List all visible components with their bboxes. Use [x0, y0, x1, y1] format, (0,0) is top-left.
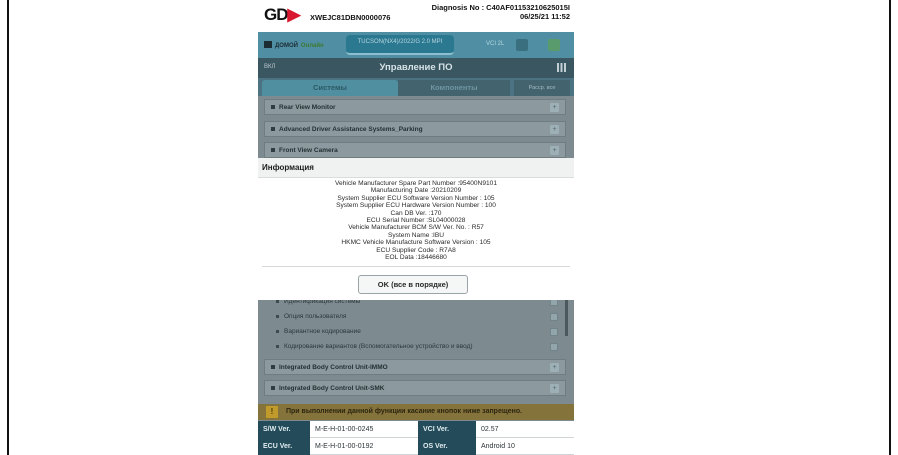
expand-icon[interactable]: + — [550, 146, 559, 155]
right-frame-line — [889, 0, 891, 455]
vci-connection-icon[interactable] — [516, 39, 528, 51]
table-row: S/W Ver. M-E-H-01-00-0245 VCI Ver. 02.57 — [258, 421, 574, 438]
system-label: Integrated Body Control Unit-SMK — [279, 384, 385, 392]
warning-icon: ! — [266, 406, 278, 418]
tab-components[interactable]: Компоненты — [398, 80, 510, 96]
system-row-ibcu-immo[interactable]: Integrated Body Control Unit-IMMO + — [264, 359, 566, 375]
info-line: System Supplier ECU Software Version Num… — [337, 194, 495, 202]
vehicle-selector[interactable]: TUCSON(NX4)/2022/G 2.0 MPI — [346, 35, 454, 55]
vci-status: VCI 2L — [486, 41, 505, 47]
wifi-icon[interactable] — [548, 39, 560, 51]
system-label: Front View Camera — [279, 146, 338, 154]
logo-mark-icon: ▶ — [287, 5, 301, 24]
expand-icon[interactable]: + — [550, 384, 559, 393]
info-line: HKMC Vehicle Manufacture Software Versio… — [341, 239, 491, 247]
dialog-body: Vehicle Manufacturer Spare Part Number :… — [258, 180, 574, 261]
diagnosis-number: Diagnosis No : C40AF01153210625015I — [431, 3, 570, 12]
info-line: System Supplier ECU Hardware Version Num… — [336, 202, 496, 210]
system-row-front-view-camera[interactable]: Front View Camera + — [264, 142, 566, 158]
sub-item-variant-coding-aux[interactable]: Кодирование вариантов (Вспомогательное у… — [272, 340, 566, 354]
ok-button[interactable]: OK (все в порядке) — [358, 275, 468, 294]
vci-ver-value: 02.57 — [481, 426, 499, 433]
device-screen: GD▶ XWEJC81DBN0000076 Diagnosis No : C40… — [258, 0, 574, 455]
sw-ver-value: M-E-H-01-00-0245 — [315, 426, 374, 433]
home-icon — [264, 41, 272, 48]
dialog-title: Информация — [262, 163, 314, 172]
item-icon — [550, 313, 558, 321]
info-dialog: Информация Vehicle Manufacturer Spare Pa… — [258, 158, 574, 300]
os-ver-value: Android 10 — [481, 443, 515, 450]
info-line: EOL Data :18446680 — [385, 254, 447, 262]
ecu-ver-value: M-E-H-01-00-0192 — [315, 443, 374, 450]
home-button[interactable]: ДОМОЙ Онлайн — [264, 41, 324, 49]
system-row-ibcu-smk[interactable]: Integrated Body Control Unit-SMK + — [264, 380, 566, 396]
tab-systems[interactable]: Системы — [262, 80, 398, 96]
info-line: Vehicle Manufacturer Spare Part Number :… — [334, 180, 497, 187]
system-label: Rear View Monitor — [279, 103, 336, 111]
expand-icon[interactable]: + — [550, 103, 559, 112]
warning-text: При выполнении данной функции касание кн… — [286, 408, 523, 415]
system-label: Integrated Body Control Unit-IMMO — [279, 363, 388, 371]
left-frame-line — [7, 0, 9, 455]
vci-ver-label: VCI Ver. — [418, 421, 476, 438]
sw-ver-label: S/W Ver. — [258, 421, 310, 438]
info-line: System Name :IBU — [387, 231, 445, 239]
expand-icon[interactable]: + — [550, 125, 559, 134]
item-icon — [550, 343, 558, 351]
info-line: Can DB Ver. :170 — [390, 209, 442, 217]
warning-banner: ! При выполнении данной функции касание … — [258, 404, 574, 420]
grid-menu-icon[interactable] — [557, 63, 566, 72]
vin-number: XWEJC81DBN0000076 — [310, 13, 391, 22]
dialog-divider — [262, 266, 570, 267]
diagnosis-info: Diagnosis No : C40AF01153210625015I 06/2… — [432, 3, 570, 21]
system-label: Advanced Driver Assistance Systems_Parki… — [279, 125, 423, 133]
expand-icon[interactable]: + — [550, 363, 559, 372]
gds-logo: GD▶ — [264, 5, 301, 24]
info-line: Vehicle Manufacturer BCM S/W Ver. No. : … — [348, 224, 484, 232]
sub-item-user-option[interactable]: Опция пользователя — [272, 310, 566, 324]
info-line: ECU Supplier Code : R7A8 — [376, 246, 456, 254]
system-row-adas-parking[interactable]: Advanced Driver Assistance Systems_Parki… — [264, 121, 566, 137]
item-icon — [550, 328, 558, 336]
info-line: ECU Serial Number :SL04000028 — [366, 217, 466, 225]
page-title: Управление ПО — [379, 62, 453, 73]
dialog-header: Информация — [258, 158, 574, 178]
version-info-table: S/W Ver. M-E-H-01-00-0245 VCI Ver. 02.57… — [258, 421, 574, 455]
title-bar: ВКЛ Управление ПО — [258, 58, 574, 78]
tab-bar: Системы Компоненты Расср. все — [258, 78, 574, 96]
ecu-ver-label: ECU Ver. — [258, 438, 310, 455]
os-ver-label: OS Ver. — [418, 438, 476, 455]
diagnosis-datetime: 06/25/21 11:52 — [519, 12, 570, 21]
expand-all-button[interactable]: Расср. все — [514, 80, 570, 96]
system-row-rear-view-monitor[interactable]: Rear View Monitor + — [264, 99, 566, 115]
info-line: Manufacturing Date :20210209 — [370, 187, 462, 195]
navbar: ДОМОЙ Онлайн TUCSON(NX4)/2022/G 2.0 MPI V… — [258, 32, 574, 58]
scrollbar[interactable] — [565, 296, 568, 336]
top-header: GD▶ XWEJC81DBN0000076 Diagnosis No : C40… — [258, 0, 574, 30]
table-row: ECU Ver. M-E-H-01-00-0192 OS Ver. Androi… — [258, 438, 574, 455]
sub-item-variant-coding[interactable]: Вариантное кодирование — [272, 325, 566, 339]
